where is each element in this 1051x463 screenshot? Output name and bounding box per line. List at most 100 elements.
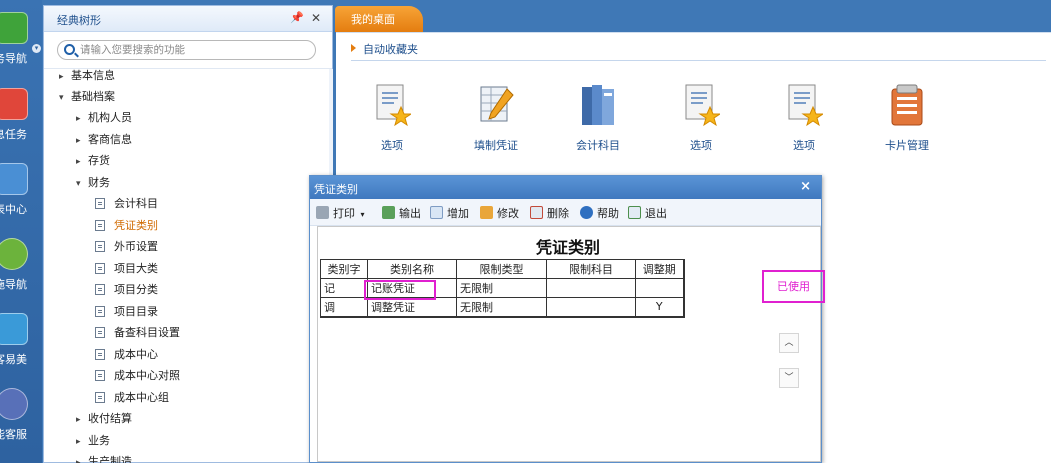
table-cell[interactable]: [546, 278, 636, 298]
tab-my-desktop[interactable]: 我的桌面: [335, 6, 423, 32]
shortcut-label: 选项: [690, 139, 712, 152]
search-box[interactable]: [57, 40, 316, 60]
rail-item-label: 务导航: [0, 52, 27, 65]
table-header-row: 类别字 类别名称 限制类型 限制科目 调整期: [320, 259, 685, 279]
tree-node[interactable]: ▸ 客商信息: [76, 131, 132, 149]
table-cell[interactable]: 记: [320, 278, 368, 298]
rail-item-reports[interactable]: 表中心: [0, 155, 42, 227]
options-doc-icon: [788, 84, 823, 127]
card-folder-icon: [891, 84, 923, 126]
pin-icon[interactable]: 📌: [290, 11, 304, 24]
tree-node[interactable]: ▾ 财务: [76, 174, 110, 192]
shortcut-options[interactable]: 选项: [661, 83, 741, 155]
shortcut-label: 选项: [793, 139, 815, 152]
chevron-right-icon: ▸: [76, 136, 81, 146]
table-cell[interactable]: 无限制: [456, 297, 547, 318]
tree-node[interactable]: ▸ 基本信息: [59, 67, 115, 85]
tree-leaf[interactable]: 成本中心: [95, 346, 158, 364]
close-icon[interactable]: ×: [800, 179, 811, 194]
table-cell-selected[interactable]: 记账凭证: [367, 278, 457, 298]
tree-node[interactable]: ▸ 存货: [76, 152, 110, 170]
rail-item-messages[interactable]: 息任务: [0, 80, 42, 152]
help-button[interactable]: 帮助: [580, 205, 619, 221]
delete-button[interactable]: 删除: [530, 205, 569, 221]
rail-item-business-nav[interactable]: ▾ 务导航: [0, 4, 42, 76]
tree-leaf[interactable]: 成本中心对照: [95, 367, 180, 385]
chevron-down-icon[interactable]: ▾: [361, 210, 365, 219]
tree-leaf[interactable]: 备查科目设置: [95, 324, 180, 342]
export-button[interactable]: 输出: [382, 205, 421, 221]
delete-icon: [530, 206, 543, 219]
document-icon: [95, 327, 105, 338]
shortcut-label: 会计科目: [576, 139, 620, 152]
tree-leaf[interactable]: 成本中心组: [95, 389, 169, 407]
tree-leaf[interactable]: 项目大类: [95, 260, 158, 278]
used-status-badge: 已使用: [762, 270, 825, 303]
move-down-button[interactable]: ﹀: [779, 368, 799, 388]
exit-button[interactable]: 退出: [628, 205, 667, 221]
table-row[interactable]: 调 调整凭证 无限制 Y: [320, 297, 685, 318]
move-up-button[interactable]: ︿: [779, 333, 799, 353]
document-icon: [95, 370, 105, 381]
table-cell[interactable]: Y: [635, 297, 685, 318]
shortcut-label: 填制凭证: [474, 139, 518, 152]
document-icon: [95, 220, 105, 231]
triangle-right-icon: [351, 44, 356, 52]
table-cell[interactable]: 调整凭证: [367, 297, 457, 318]
print-button[interactable]: 打印 ▾: [316, 205, 365, 221]
tree-leaf[interactable]: 项目目录: [95, 303, 158, 321]
grid-icon: [0, 12, 28, 44]
rail-item-service[interactable]: 能客服: [0, 380, 42, 452]
tab-strip: 我的桌面: [333, 5, 1051, 32]
tree-header: 经典树形 📌 ✕: [44, 6, 332, 32]
shortcut-options[interactable]: 选项: [764, 83, 844, 155]
rail-item-implementation[interactable]: 施导航: [0, 230, 42, 302]
column-header[interactable]: 类别字: [320, 259, 368, 279]
tree-node[interactable]: ▸ 业务: [76, 432, 110, 450]
tree-leaf[interactable]: 外币设置: [95, 238, 158, 256]
shortcut-card-management[interactable]: 卡片管理: [867, 83, 947, 155]
table-cell[interactable]: [546, 297, 636, 318]
tree-title: 经典树形: [57, 14, 101, 27]
tree-leaf[interactable]: 会计科目: [95, 195, 158, 213]
tree-leaf[interactable]: 项目分类: [95, 281, 158, 299]
search-icon: [64, 44, 75, 55]
rail-item-customer[interactable]: 客易美: [0, 305, 42, 377]
column-header[interactable]: 限制类型: [456, 259, 547, 279]
tree-node[interactable]: ▸ 生产制造: [76, 453, 132, 463]
column-header[interactable]: 类别名称: [367, 259, 457, 279]
dialog-titlebar[interactable]: 凭证类别 ×: [310, 176, 821, 199]
help-icon: [580, 206, 593, 219]
table-cell[interactable]: 调: [320, 297, 368, 318]
search-input[interactable]: [80, 43, 310, 57]
app-rail: ▾ 务导航 息任务 表中心 施导航 客易美 能客服: [0, 0, 42, 463]
rail-item-label: 施导航: [0, 278, 27, 291]
shortcut-label: 卡片管理: [885, 139, 929, 152]
table-cell[interactable]: 无限制: [456, 278, 547, 298]
table-row[interactable]: 记 记账凭证 无限制: [320, 278, 685, 298]
chevron-right-icon: ▸: [59, 72, 64, 82]
column-header[interactable]: 限制科目: [546, 259, 636, 279]
add-button[interactable]: 增加: [430, 205, 469, 221]
chevron-down-icon[interactable]: ▾: [32, 44, 41, 53]
shortcut-fill-voucher[interactable]: 填制凭证: [456, 83, 536, 155]
favorites-header[interactable]: 自动收藏夹: [351, 41, 418, 57]
column-header[interactable]: 调整期: [635, 259, 685, 279]
rail-item-label: 息任务: [0, 128, 27, 141]
document-icon: [95, 198, 105, 209]
tree-leaf-selected[interactable]: 凭证类别: [95, 217, 158, 235]
document-icon: [95, 349, 105, 360]
tree-node[interactable]: ▸ 收付结算: [76, 410, 132, 428]
dialog-toolbar: 打印 ▾ 输出 增加 修改 删除 帮助 退出: [310, 199, 821, 226]
chevron-right-icon: ▸: [76, 415, 81, 425]
printer-icon: [316, 206, 329, 219]
tree-node[interactable]: ▸ 机构人员: [76, 109, 132, 127]
shortcut-options[interactable]: 选项: [352, 83, 432, 155]
export-icon: [382, 206, 395, 219]
shortcut-accounts[interactable]: 会计科目: [558, 83, 638, 155]
tree-node[interactable]: ▾ 基础档案: [59, 88, 115, 106]
modify-button[interactable]: 修改: [480, 205, 519, 221]
close-icon[interactable]: ✕: [311, 11, 321, 25]
divider: [351, 60, 1046, 61]
table-cell[interactable]: [635, 278, 685, 298]
